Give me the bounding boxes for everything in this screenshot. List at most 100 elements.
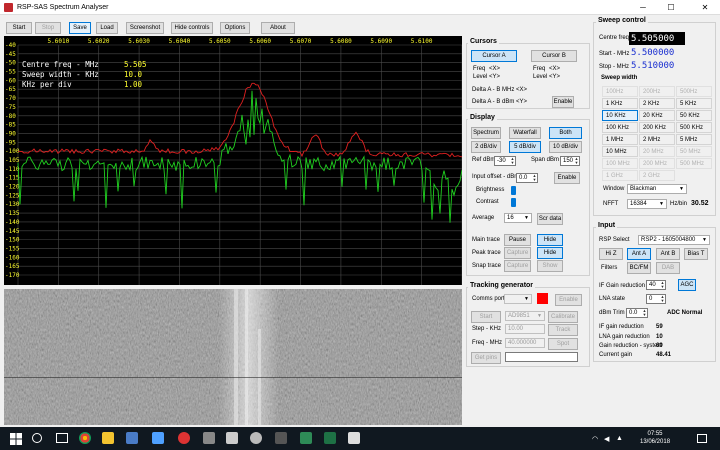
sweep-width-50khz-button[interactable]: 50 KHz — [676, 110, 712, 121]
app-icon-2[interactable] — [152, 432, 164, 444]
tracking-start-button[interactable]: Start — [471, 311, 501, 323]
sweep-width-5khz-button[interactable]: 5 KHz — [676, 98, 712, 109]
cursor-enable-button[interactable]: Enable — [552, 96, 574, 108]
load-button[interactable]: Load — [96, 22, 118, 34]
waterfall-display[interactable] — [4, 289, 462, 425]
comms-port-select[interactable]: ▼ — [504, 294, 532, 304]
main-hide-button[interactable]: Hide — [537, 234, 563, 246]
sweep-width-500hz-button[interactable]: 500Hz — [676, 86, 712, 97]
sweep-width-2khz-button[interactable]: 2 KHz — [639, 98, 675, 109]
start-button[interactable]: Start — [6, 22, 32, 34]
app-icon-1[interactable] — [126, 432, 138, 444]
close-button[interactable]: ✕ — [694, 0, 716, 15]
sweep-width-1mhz-button[interactable]: 1 MHz — [602, 134, 638, 145]
app-icon-4[interactable] — [203, 432, 215, 444]
file-explorer-icon[interactable] — [102, 432, 114, 444]
div10-button[interactable]: 10 dB/div — [549, 141, 582, 153]
waterfall-mode-button[interactable]: Waterfall — [509, 127, 541, 139]
sweep-width-2mhz-button[interactable]: 2 MHz — [639, 134, 675, 145]
ref-input[interactable]: -30 ▲ ▼ — [494, 156, 516, 166]
app-icon-5[interactable] — [226, 432, 238, 444]
search-icon[interactable] — [32, 433, 42, 443]
app-icon-6[interactable] — [250, 432, 262, 444]
step-input[interactable]: 10.00 — [505, 324, 545, 334]
clock[interactable]: 07:55 13/06/2018 — [640, 430, 670, 446]
save-button[interactable]: Save — [69, 22, 91, 34]
spectrum-display[interactable]: 5.6010 5.6020 5.6030 5.6040 5.6050 5.6060 5.60… — [4, 36, 462, 285]
bias-t-button[interactable]: Bias T — [684, 248, 708, 260]
sweep-width-1khz-button[interactable]: 1 KHz — [602, 98, 638, 109]
app-icon-8[interactable] — [300, 432, 312, 444]
sweep-width-200mhz-button[interactable]: 200 MHz — [639, 158, 675, 169]
sweep-width-20khz-button[interactable]: 20 KHz — [639, 110, 675, 121]
app-icon-7[interactable] — [275, 432, 287, 444]
main-pause-button[interactable]: Pause — [504, 234, 531, 246]
sweep-width-10khz-button[interactable]: 10 KHz — [602, 110, 638, 121]
both-mode-button[interactable]: Both — [549, 127, 582, 139]
sweep-width-500mhz-button[interactable]: 500 MHz — [676, 158, 712, 169]
windows-start-icon[interactable] — [10, 433, 22, 445]
centre-freq-input[interactable]: 5.505000 — [629, 32, 685, 45]
ref-spin-icon[interactable]: ▲ ▼ — [510, 157, 515, 165]
snap-capture-button[interactable]: Capture — [504, 260, 531, 272]
minimize-button[interactable]: ─ — [632, 0, 654, 15]
sweep-width-200khz-button[interactable]: 200 KHz — [639, 122, 675, 133]
track-button[interactable]: Track — [548, 324, 578, 336]
average-select[interactable]: 16 ▼ — [504, 213, 532, 223]
sweep-width-100khz-button[interactable]: 100 KHz — [602, 122, 638, 133]
lna-state-input[interactable]: 0 ▲ ▼ — [646, 294, 666, 304]
offset-input[interactable]: 0.0 ▲ ▼ — [516, 173, 538, 183]
ant-a-button[interactable]: Ant A — [627, 248, 651, 260]
div2-button[interactable]: 2 dB/div — [471, 141, 501, 153]
sweep-width-10mhz-button[interactable]: 10 MHz — [602, 146, 638, 157]
snap-show-button[interactable]: Show — [537, 260, 563, 272]
about-button[interactable]: About — [261, 22, 295, 34]
span-input[interactable]: 150 ▲ ▼ — [560, 156, 580, 166]
freq-input[interactable]: 40.000000 — [505, 338, 545, 348]
sweep-width-5mhz-button[interactable]: 5 MHz — [676, 134, 712, 145]
sweep-width-500khz-button[interactable]: 500 KHz — [676, 122, 712, 133]
div5-button[interactable]: 5 dB/div — [509, 141, 541, 153]
nfft-select[interactable]: 16384 ▼ — [627, 199, 667, 209]
sweep-width-1ghz-button[interactable]: 1 GHz — [602, 170, 638, 181]
trim-spin-icon[interactable]: ▲ ▼ — [642, 309, 647, 317]
volume-icon[interactable]: ◀ — [604, 435, 609, 443]
cursor-a-button[interactable]: Cursor A — [471, 50, 517, 62]
hi-z-button[interactable]: Hi Z — [599, 248, 623, 260]
if-gain-spin-icon[interactable]: ▲ ▼ — [660, 281, 665, 289]
offset-enable-button[interactable]: Enable — [554, 172, 580, 184]
scr-data-button[interactable]: Scr data — [537, 213, 563, 225]
sweep-width-50mhz-button[interactable]: 50 MHz — [676, 146, 712, 157]
get-pins-button[interactable]: Get pins — [471, 352, 501, 364]
task-view-icon[interactable] — [56, 433, 68, 443]
excel-icon[interactable] — [324, 432, 336, 444]
notifications-icon[interactable] — [697, 434, 707, 443]
span-spin-icon[interactable]: ▲ ▼ — [574, 157, 579, 165]
app-icon-3[interactable] — [178, 432, 190, 444]
sweep-width-20mhz-button[interactable]: 20 MHz — [639, 146, 675, 157]
rsp-select[interactable]: RSP2 - 1605004800 ▼ — [638, 235, 710, 245]
ant-b-button[interactable]: Ant B — [656, 248, 680, 260]
pins-field[interactable] — [505, 352, 578, 362]
lna-spin-icon[interactable]: ▲ ▼ — [660, 295, 665, 303]
peak-hide-button[interactable]: Hide — [537, 247, 563, 259]
system-tray-icon[interactable]: ▲ — [616, 435, 623, 442]
sweep-width-200hz-button[interactable]: 200Hz — [639, 86, 675, 97]
window-select[interactable]: Blackman ▼ — [627, 184, 687, 194]
if-gain-input[interactable]: 40 ▲ ▼ — [646, 280, 666, 290]
tracking-enable-button[interactable]: Enable — [555, 294, 582, 306]
contrast-slider[interactable] — [511, 198, 516, 207]
dab-button[interactable]: DAB — [656, 262, 680, 274]
spot-button[interactable]: Spot — [548, 338, 578, 350]
agc-button[interactable]: AGC — [678, 279, 696, 291]
options-button[interactable]: Options — [220, 22, 250, 34]
sweep-width-2ghz-button[interactable]: 2 GHz — [639, 170, 675, 181]
chrome-icon[interactable] — [79, 432, 91, 444]
app-icon-9[interactable] — [348, 432, 360, 444]
device-select[interactable]: AD9851 ▼ — [505, 311, 545, 321]
screenshot-button[interactable]: Screenshot — [126, 22, 164, 34]
offset-spin-icon[interactable]: ▲ ▼ — [532, 174, 537, 182]
maximize-button[interactable]: ☐ — [660, 0, 682, 15]
sweep-width-100mhz-button[interactable]: 100 MHz — [602, 158, 638, 169]
wifi-icon[interactable]: ◠ — [592, 435, 598, 443]
